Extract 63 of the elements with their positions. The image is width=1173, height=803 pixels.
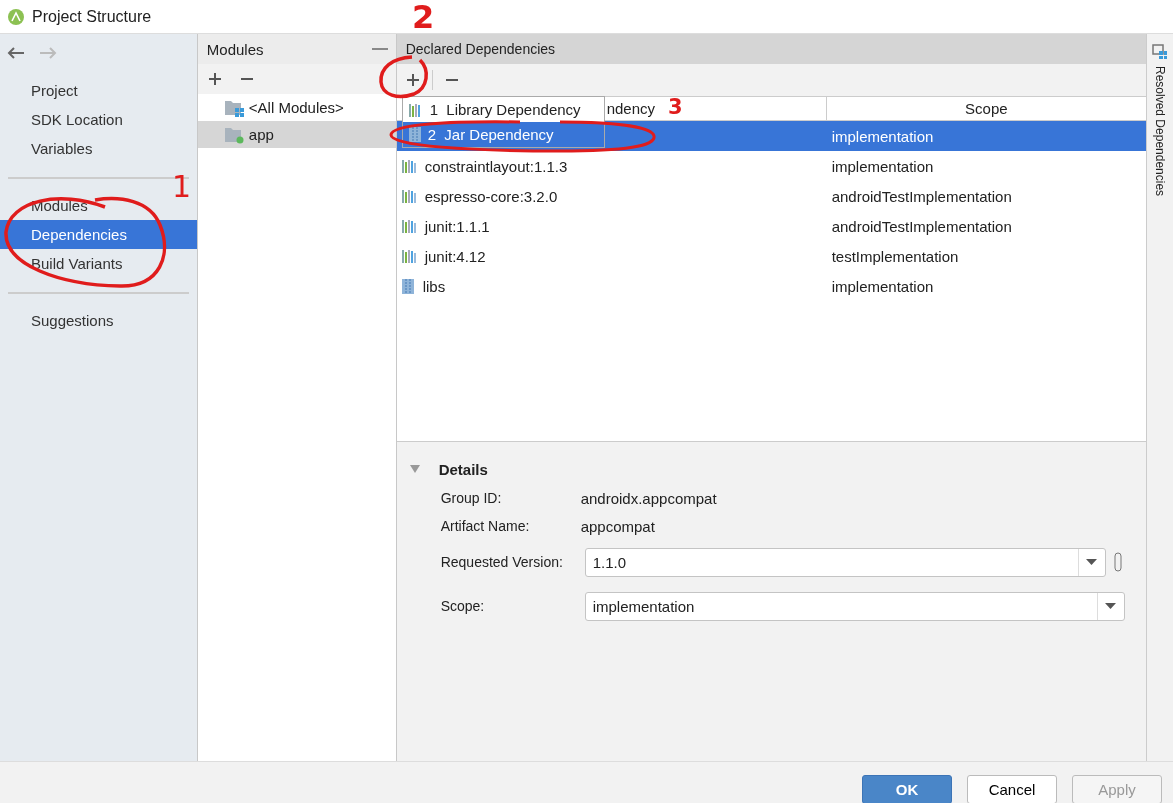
field-label: Requested Version: — [440, 554, 564, 570]
sidebar-item[interactable]: SDK Location — [0, 105, 197, 134]
column-header[interactable]: Scope — [826, 97, 1146, 120]
library-icon — [400, 218, 417, 234]
annotation-number: 2 — [412, 1, 435, 33]
folder-grid-icon — [224, 98, 245, 117]
dependency-name: constraintlayout:1.1.3 — [424, 157, 568, 175]
add-icon[interactable] — [405, 73, 420, 87]
window-title: Project Structure — [32, 7, 152, 26]
field-value: androidx.appcompat — [580, 489, 717, 507]
folder-dot-icon — [224, 125, 245, 144]
side-tab[interactable]: Resolved Dependencies — [1153, 66, 1167, 197]
panel-title: Modules — [206, 40, 264, 58]
sidebar-item[interactable]: Suggestions — [0, 306, 197, 335]
jar-icon — [407, 126, 422, 143]
sidebar-item[interactable]: Variables — [0, 134, 197, 163]
add-icon[interactable] — [207, 72, 222, 86]
dependency-scope: testImplementation — [831, 247, 959, 265]
ok-button[interactable]: OK — [862, 775, 952, 803]
dialog-button[interactable]: Cancel — [967, 775, 1057, 803]
dependency-name: espresso-core:3.2.0 — [424, 187, 558, 205]
field-label: Scope: — [440, 598, 486, 614]
library-icon — [400, 248, 417, 264]
back-arrow-icon[interactable] — [7, 46, 25, 60]
module-item[interactable]: app — [197, 121, 396, 148]
expand-triangle-icon[interactable] — [408, 464, 421, 474]
dependency-name: junit:1.1.1 — [424, 217, 490, 235]
scrollbar-icon — [1113, 552, 1122, 572]
dependency-row[interactable]: junit:1.1.1 androidTestImplementation — [396, 211, 1146, 241]
dependency-scope: implementation — [831, 277, 934, 295]
collapse-icon[interactable] — [371, 47, 388, 51]
sidebar-item[interactable]: Project — [0, 76, 197, 105]
dependency-row[interactable]: constraintlayout:1.1.3 implementation — [396, 151, 1146, 181]
dependency-row[interactable]: libs implementation — [396, 271, 1146, 301]
dependency-name: libs — [422, 277, 446, 295]
dependencies-tool-icon[interactable] — [1152, 44, 1168, 60]
dependency-name: junit:4.12 — [424, 247, 486, 265]
jar-icon — [400, 277, 415, 295]
field-label: Artifact Name: — [440, 518, 531, 534]
dependency-scope: implementation — [831, 127, 934, 145]
column-header[interactable]: ndency — [606, 100, 656, 117]
sidebar-item[interactable]: Dependencies — [0, 220, 197, 249]
dependency-scope: androidTestImplementation — [831, 187, 1012, 205]
library-icon — [400, 188, 417, 204]
dependency-scope: implementation — [831, 157, 934, 175]
dropdown-field[interactable]: 1.1.0 — [584, 547, 1106, 577]
menu-item[interactable]: 1 Library Dependency — [402, 97, 604, 122]
dependency-scope: androidTestImplementation — [831, 217, 1012, 235]
caret-icon — [1086, 559, 1098, 565]
android-logo-icon — [7, 7, 25, 26]
menu-item[interactable]: 2 Jar Dependency — [402, 122, 604, 147]
annotation-number: 1 — [172, 172, 192, 202]
caret-icon — [1105, 603, 1117, 609]
module-item[interactable]: <All Modules> — [197, 94, 396, 121]
library-icon — [400, 158, 417, 174]
dropdown-field[interactable]: implementation — [584, 591, 1125, 621]
field-label: Group ID: — [440, 490, 503, 506]
dependency-row[interactable]: junit:4.12 testImplementation — [396, 241, 1146, 271]
panel-title: Declared Dependencies — [405, 41, 556, 57]
annotation-number: 3 — [668, 97, 683, 118]
section-title: Details — [438, 460, 488, 478]
field-value: appcompat — [580, 517, 655, 535]
dependency-row[interactable]: espresso-core:3.2.0 androidTestImplementation — [396, 181, 1146, 211]
